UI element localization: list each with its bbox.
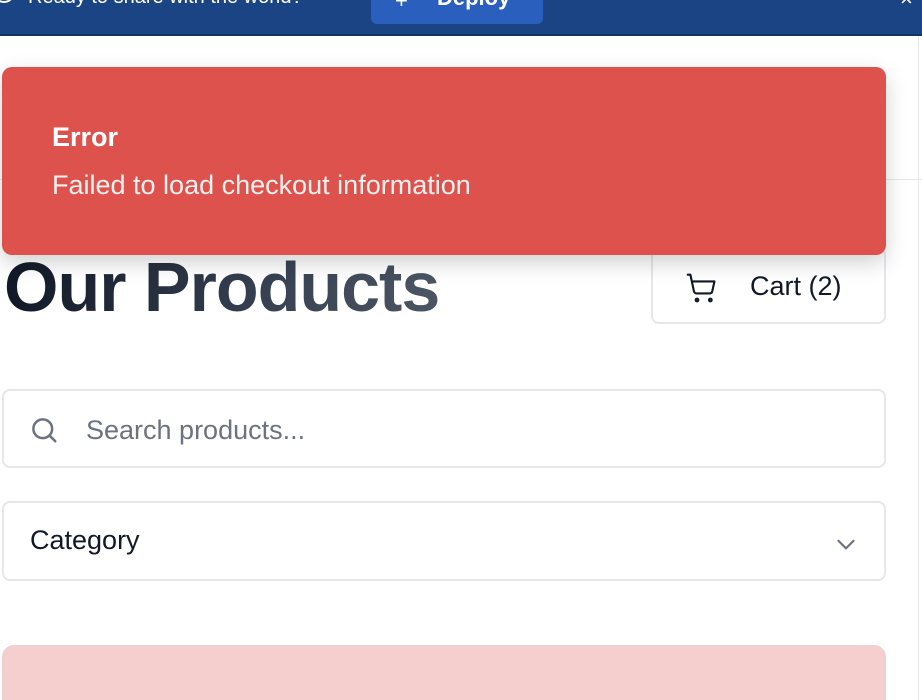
shopping-cart-icon <box>686 273 716 303</box>
category-select[interactable]: Category <box>2 501 886 581</box>
cart-button-label: Cart (2) <box>750 271 842 301</box>
banner-text: Ready to share with the world? <box>28 0 303 9</box>
content-edge <box>918 36 919 700</box>
product-card <box>2 645 886 700</box>
search-box <box>2 389 886 468</box>
toast-title: Error <box>52 122 119 152</box>
chevron-down-icon <box>837 539 855 550</box>
category-select-label: Category <box>30 525 140 555</box>
plus-icon: + <box>395 0 408 13</box>
deploy-banner: Ready to share with the world? + Deploy … <box>0 0 922 36</box>
close-icon[interactable]: × <box>900 0 913 12</box>
page-title: Our Products <box>4 248 440 326</box>
error-toast[interactable]: Error Failed to load checkout informatio… <box>2 67 886 255</box>
page: Ready to share with the world? + Deploy … <box>0 0 922 700</box>
search-icon <box>32 418 57 443</box>
deploy-button[interactable]: + Deploy <box>371 0 543 24</box>
info-icon <box>0 0 15 3</box>
cart-button[interactable]: Cart (2) <box>651 247 886 324</box>
search-input[interactable] <box>84 409 848 451</box>
deploy-button-label: Deploy <box>437 0 510 11</box>
toast-message: Failed to load checkout information <box>52 170 471 200</box>
